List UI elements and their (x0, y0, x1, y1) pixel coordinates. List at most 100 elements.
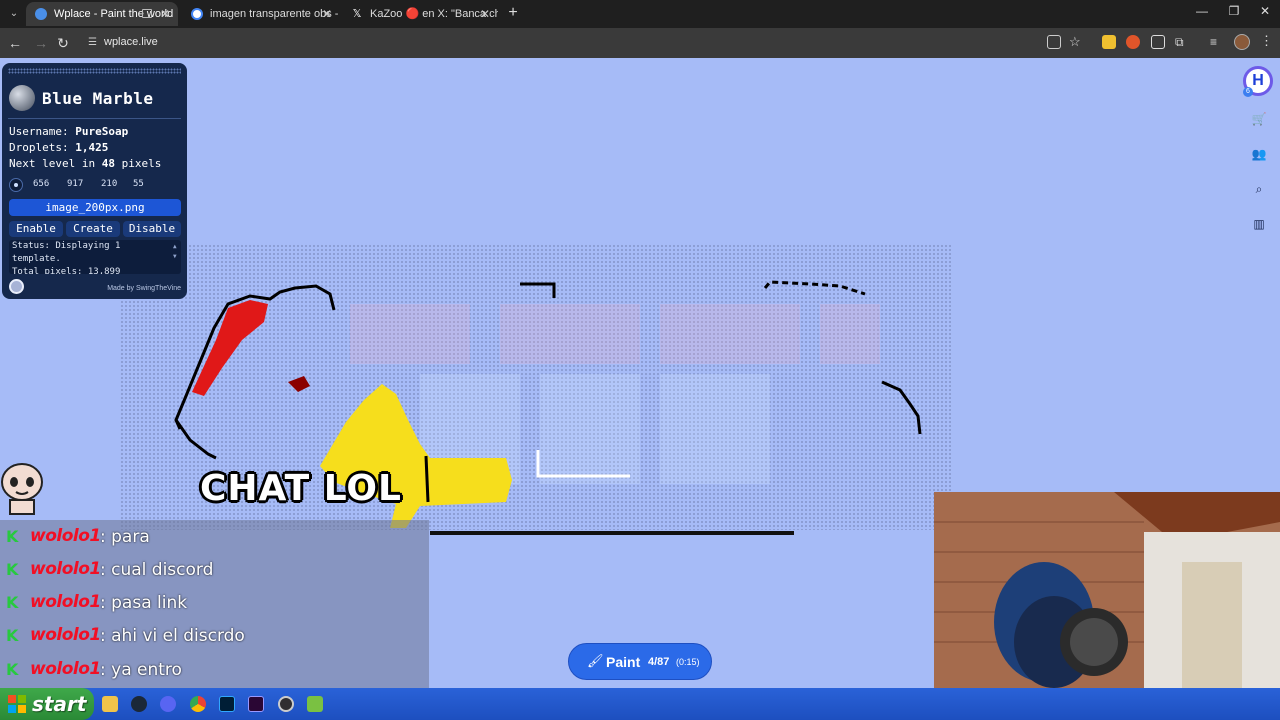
chat-lol-banner: CHAT LOL (200, 468, 402, 509)
tile-y-input[interactable]: 917 (67, 179, 83, 189)
create-button[interactable]: Create (66, 221, 120, 237)
chrome-icon[interactable] (190, 696, 206, 712)
chat-text: : ahi vi el discrdo (100, 626, 245, 646)
tab-cast-icon (142, 9, 152, 18)
install-app-icon[interactable] (1047, 35, 1061, 49)
people-icon[interactable]: 👥 (1248, 143, 1270, 165)
tab-title: Wplace - Paint the world (54, 8, 174, 20)
blue-marble-logo-icon (9, 85, 35, 111)
status-line: template. (12, 254, 61, 264)
x-favicon-icon: 𝕏 (352, 8, 362, 20)
app-icon[interactable] (307, 696, 323, 712)
isaac-mascot-image (1, 463, 43, 515)
wplace-favicon-icon (35, 8, 47, 20)
pixel-y-input[interactable]: 55 (133, 179, 144, 189)
extension-icon[interactable] (1102, 35, 1116, 49)
bookmark-star-icon[interactable]: ☆ (1069, 35, 1083, 49)
chat-username: wololo1 (30, 625, 101, 645)
chat-text: : ya entro (100, 660, 182, 680)
menu-icon[interactable]: ⋮ (1260, 33, 1273, 49)
close-window-icon[interactable]: ✕ (1255, 4, 1275, 18)
chat-username: wololo1 (30, 592, 101, 612)
site-info-icon[interactable]: ☰ (88, 37, 100, 49)
close-tab-icon[interactable]: ✕ (160, 2, 170, 26)
next-level-row: Next level in 48 pixels (9, 157, 161, 170)
username-value: PureSoap (75, 125, 129, 138)
chat-username: wololo1 (30, 559, 101, 579)
coordinate-inputs: 656 917 210 55 (9, 177, 181, 193)
start-label: start (32, 692, 87, 716)
leaderboard-icon[interactable]: ▥ (1248, 213, 1270, 235)
discord-icon[interactable] (160, 696, 176, 712)
url-text: wplace.live (104, 36, 158, 48)
back-icon[interactable]: ← (6, 34, 24, 52)
droplets-label: Droplets: (9, 141, 69, 154)
divider (8, 118, 181, 119)
obs-icon[interactable] (278, 696, 294, 712)
restore-icon[interactable]: ❐ (1224, 4, 1244, 18)
tile-x-input[interactable]: 656 (33, 179, 49, 189)
taskbar: start (0, 688, 1280, 720)
paint-charges: 4/87 (648, 656, 670, 668)
paint-cooldown: (0:15) (676, 657, 700, 667)
pixel-x-input[interactable]: 210 (101, 179, 117, 189)
paint-button[interactable]: 🖌 Paint 4/87 (0:15) (568, 643, 712, 680)
close-tab-icon[interactable]: ✕ (480, 2, 490, 26)
kick-icon: K (6, 660, 19, 679)
status-line: Status: Displaying 1 (12, 241, 121, 251)
google-favicon-icon (191, 8, 203, 20)
kick-icon: K (6, 560, 19, 579)
tab-google-search[interactable]: imagen transparente obs - Busc ✕ (182, 2, 340, 26)
shop-icon[interactable]: 🛒 (1248, 108, 1270, 130)
minimize-panel-icon[interactable] (9, 279, 24, 294)
status-scrollbar[interactable]: ▲ ▼ (173, 242, 179, 272)
stream-chat-overlay: K wololo1 : para K wololo1 : cual discor… (0, 520, 429, 688)
credit-text: Made by SwingTheVine (107, 285, 181, 292)
disable-button[interactable]: Disable (123, 221, 181, 237)
minimize-icon[interactable]: — (1192, 4, 1212, 18)
folder-icon[interactable] (102, 696, 118, 712)
extensions-puzzle-icon[interactable]: ⧉ (1175, 35, 1189, 49)
paint-label: Paint (606, 654, 641, 670)
profile-avatar[interactable] (1234, 34, 1250, 50)
search-location-icon[interactable]: ⌕ (1248, 178, 1270, 200)
extension-icon[interactable] (1126, 35, 1140, 49)
new-tab-button[interactable]: + (504, 4, 522, 22)
chat-text: : pasa link (100, 593, 188, 613)
kick-icon: K (6, 626, 19, 645)
enable-button[interactable]: Enable (9, 221, 63, 237)
tab-search-icon[interactable]: ⌄ (6, 6, 22, 22)
template-file-button[interactable]: image_200px.png (9, 199, 181, 216)
blue-marble-panel[interactable]: Blue Marble Username: PureSoap Droplets:… (2, 63, 187, 299)
chat-text: : para (100, 527, 150, 547)
tab-wplace[interactable]: Wplace - Paint the world ✕ (26, 2, 178, 26)
pin-location-icon[interactable] (9, 178, 23, 192)
tab-title: KaZoo 🔴 en X: "Banca chat? h (370, 8, 498, 20)
browser-toolbar: ← → ↻ ☰ wplace.live ☆ ⧉ ≡ ⋮ (0, 28, 1280, 58)
username-row: Username: PureSoap (9, 125, 128, 138)
tab-x-post[interactable]: 𝕏 KaZoo 🔴 en X: "Banca chat? h ✕ (342, 2, 498, 26)
start-button[interactable]: start (0, 688, 94, 720)
windows-logo-icon (8, 695, 26, 713)
status-line: Total pixels: 13,899 (12, 267, 121, 274)
close-tab-icon[interactable]: ✕ (322, 2, 332, 26)
address-bar[interactable]: ☰ wplace.live (80, 31, 1100, 55)
webcam-image (934, 492, 1280, 688)
photoshop-icon[interactable] (219, 696, 235, 712)
forward-icon[interactable]: → (32, 34, 50, 52)
chat-username: wololo1 (30, 659, 101, 679)
droplets-row: Droplets: 1,425 (9, 141, 108, 154)
status-log[interactable]: Status: Displaying 1 template. Total pix… (9, 240, 181, 274)
premiere-icon[interactable] (248, 696, 264, 712)
panel-title: Blue Marble (42, 89, 154, 108)
chat-username: wololo1 (30, 526, 101, 546)
tab-title: imagen transparente obs - Busc (210, 8, 340, 20)
drag-handle[interactable] (8, 68, 181, 74)
extension-badge-icon[interactable] (1151, 35, 1165, 49)
brush-icon: 🖌 (587, 653, 604, 668)
droplets-value: 1,425 (75, 141, 109, 154)
steam-icon[interactable] (131, 696, 147, 712)
reload-icon[interactable]: ↻ (54, 34, 72, 52)
browser-tab-bar: ⌄ Wplace - Paint the world ✕ imagen tran… (0, 0, 1280, 28)
media-controls-icon[interactable]: ≡ (1210, 35, 1224, 49)
